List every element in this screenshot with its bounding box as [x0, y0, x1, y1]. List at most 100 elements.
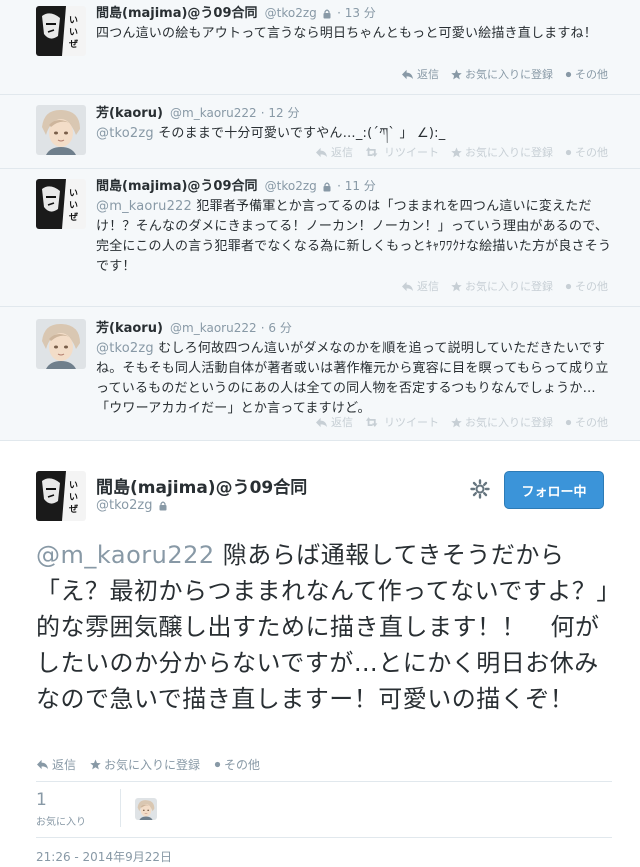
- favorite-button[interactable]: お気に入りに登録: [451, 278, 553, 294]
- reply-button[interactable]: 返信: [36, 756, 76, 773]
- more-button[interactable]: その他: [565, 66, 608, 82]
- avatar[interactable]: [36, 179, 86, 229]
- avatar[interactable]: [36, 105, 86, 155]
- reply-label: 返信: [52, 758, 77, 772]
- avatar[interactable]: [36, 319, 86, 369]
- tweet-actions: 返信 お気に入りに登録 その他: [36, 756, 260, 773]
- tweet-actions: 返信 リツイート お気に入りに登録 その他: [315, 144, 608, 160]
- mention-link[interactable]: @m_kaoru222: [96, 199, 192, 214]
- reply-icon: [36, 759, 49, 770]
- favoriter-avatar[interactable]: [135, 798, 157, 820]
- following-button[interactable]: フォロー中: [504, 471, 604, 509]
- tweet-text: @m_kaoru222 犯罪者予備軍とか言ってるのは「つままれを四つん這いに変え…: [96, 197, 612, 277]
- mention-link[interactable]: @tko2zg: [96, 341, 154, 356]
- more-button[interactable]: その他: [565, 144, 608, 160]
- gear-icon: [470, 479, 490, 499]
- retweet-label: リツイート: [384, 416, 439, 429]
- reply-button[interactable]: 返信: [401, 66, 439, 82]
- tweet-text: @tko2zg そのままで十分可愛いですやん…_:(´ཀ` 」 ∠):_: [96, 124, 612, 144]
- tweet-item[interactable]: 芳(kaoru) @m_kaoru222 · 6 分 @tko2zg むしろ何故…: [0, 307, 640, 440]
- mention-link[interactable]: @tko2zg: [96, 126, 154, 141]
- retweet-button[interactable]: リツイート: [365, 144, 439, 160]
- avatar[interactable]: [36, 6, 86, 56]
- tweet-actions: 返信 お気に入りに登録 その他: [401, 278, 608, 294]
- lock-icon: [323, 9, 331, 19]
- tweet-header: 間島(majima)@う09合同 @tko2zg · 13 分: [96, 4, 612, 23]
- mention-link[interactable]: @m_kaoru222: [36, 541, 215, 569]
- favorite-count[interactable]: 1: [36, 790, 47, 810]
- conversation-thread: 間島(majima)@う09合同 @tko2zg · 13 分 四つん這いの絵も…: [0, 0, 640, 441]
- more-icon: [565, 283, 572, 290]
- reply-button[interactable]: 返信: [315, 414, 353, 430]
- tweet-time[interactable]: · 6 分: [261, 321, 292, 335]
- retweet-button[interactable]: リツイート: [365, 414, 439, 430]
- star-icon: [451, 417, 462, 428]
- more-label: その他: [575, 416, 608, 429]
- more-icon: [565, 149, 572, 156]
- reply-label: 返信: [331, 416, 353, 429]
- user-fullname[interactable]: 芳(kaoru): [96, 106, 163, 121]
- lock-icon: [323, 182, 331, 192]
- retweet-icon: [365, 147, 381, 158]
- more-label: その他: [224, 758, 261, 772]
- retweet-label: リツイート: [384, 146, 439, 159]
- user-handle[interactable]: @tko2zg: [265, 179, 317, 193]
- tweet-time[interactable]: · 12 分: [261, 106, 300, 120]
- retweet-icon: [365, 417, 381, 428]
- tweet-time[interactable]: · 13 分: [337, 6, 376, 20]
- more-label: その他: [575, 68, 608, 81]
- user-handle[interactable]: @m_kaoru222: [170, 106, 257, 120]
- avatar[interactable]: [36, 471, 86, 521]
- reply-label: 返信: [417, 280, 439, 293]
- tweet-time[interactable]: · 11 分: [337, 179, 376, 193]
- user-fullname[interactable]: 間島(majima)@う09合同: [96, 6, 258, 21]
- favorite-button[interactable]: お気に入りに登録: [451, 66, 553, 82]
- user-handle[interactable]: @tko2zg: [96, 498, 152, 513]
- favorite-button[interactable]: お気に入りに登録: [451, 414, 553, 430]
- tweet-timestamp[interactable]: 21:26 - 2014年9月22日: [36, 848, 172, 865]
- more-label: その他: [575, 280, 608, 293]
- favorite-label: お気に入りに登録: [104, 758, 201, 772]
- tweet-actions: 返信 お気に入りに登録 その他: [401, 66, 608, 82]
- star-icon: [451, 281, 462, 292]
- tweet-text: @m_kaoru222 隙あらば通報してきそうだから「え？最初からつままれなんて…: [36, 537, 612, 717]
- reply-label: 返信: [417, 68, 439, 81]
- tweet-text: @tko2zg むしろ何故四つん這いがダメなのかを順を追って説明していただきたい…: [96, 339, 612, 419]
- tweet-header: 芳(kaoru) @m_kaoru222 · 12 分: [96, 104, 612, 123]
- reply-button[interactable]: 返信: [401, 278, 439, 294]
- tweet-item[interactable]: 間島(majima)@う09合同 @tko2zg · 13 分 四つん這いの絵も…: [0, 0, 640, 95]
- user-fullname[interactable]: 間島(majima)@う09合同: [96, 179, 258, 194]
- divider: [120, 789, 121, 827]
- divider: [36, 781, 612, 782]
- tweet-body: むしろ何故四つん這いがダメなのかを順を追って説明していただきたいですね。そもそも…: [96, 341, 609, 416]
- favorite-button[interactable]: お気に入りに登録: [90, 756, 200, 773]
- more-button[interactable]: その他: [565, 278, 608, 294]
- more-button[interactable]: その他: [214, 756, 260, 773]
- tweet-content: 間島(majima)@う09合同 @tko2zg · 13 分 四つん這いの絵も…: [96, 4, 612, 44]
- user-actions-button[interactable]: [470, 479, 490, 503]
- reply-icon: [401, 281, 414, 292]
- user-fullname[interactable]: 芳(kaoru): [96, 321, 163, 336]
- reply-button[interactable]: 返信: [315, 144, 353, 160]
- tweet-header: 間島(majima)@う09合同 @tko2zg · 11 分: [96, 177, 612, 196]
- star-icon: [451, 147, 462, 158]
- favorite-button[interactable]: お気に入りに登録: [451, 144, 553, 160]
- tweet-item[interactable]: 間島(majima)@う09合同 @tko2zg · 11 分 @m_kaoru…: [0, 169, 640, 307]
- divider: [36, 837, 612, 838]
- more-label: その他: [575, 146, 608, 159]
- user-handle[interactable]: @m_kaoru222: [170, 321, 257, 335]
- reply-icon: [315, 147, 328, 158]
- more-icon: [565, 419, 572, 426]
- favorite-label: お気に入りに登録: [465, 68, 553, 81]
- favorite-label: お気に入りに登録: [465, 416, 553, 429]
- user-handle[interactable]: @tko2zg: [265, 6, 317, 20]
- user-fullname[interactable]: 間島(majima)@う09合同: [96, 473, 307, 498]
- tweet-content: 芳(kaoru) @m_kaoru222 · 6 分 @tko2zg むしろ何故…: [96, 319, 612, 419]
- tweet-content: 間島(majima)@う09合同 @tko2zg · 11 分 @m_kaoru…: [96, 177, 612, 277]
- favorite-label: お気に入りに登録: [465, 280, 553, 293]
- permalink-tweet: 間島(majima)@う09合同 @tko2zg フォロー中 @m_kaoru2…: [0, 441, 640, 867]
- favorite-count-label[interactable]: お気に入り: [36, 813, 86, 828]
- tweet-actions: 返信 リツイート お気に入りに登録 その他: [315, 414, 608, 430]
- more-button[interactable]: その他: [565, 414, 608, 430]
- tweet-item[interactable]: 芳(kaoru) @m_kaoru222 · 12 分 @tko2zg そのまま…: [0, 95, 640, 169]
